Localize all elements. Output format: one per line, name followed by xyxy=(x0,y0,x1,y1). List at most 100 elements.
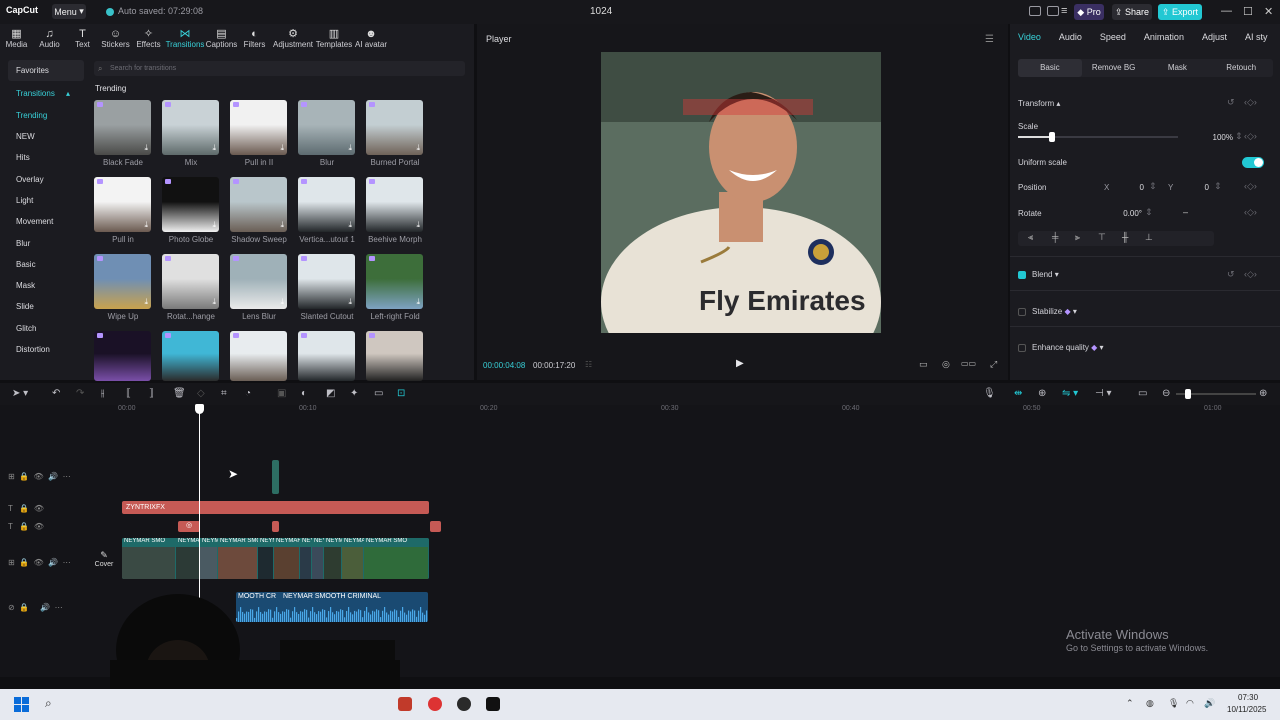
app-taskbar-icon[interactable] xyxy=(428,697,442,711)
tool-tab-ai-avatar[interactable]: ☻ AI avatar xyxy=(353,24,389,54)
transition-thumbnail[interactable]: ⤓ xyxy=(298,177,355,232)
smart-crop-icon[interactable]: ⊡ xyxy=(397,388,405,399)
delete-left-icon[interactable]: ⟦ xyxy=(126,388,131,399)
video-segment[interactable]: NEYMAR SMO xyxy=(324,538,342,579)
magnet-icon[interactable]: ⊕ xyxy=(1038,388,1046,399)
reverse-icon[interactable]: ◐ xyxy=(301,388,307,399)
rotate-stepper-icon[interactable]: ⇕ xyxy=(1145,207,1153,218)
shortcut-icon[interactable] xyxy=(1047,6,1059,16)
download-icon[interactable]: ⤓ xyxy=(212,297,216,307)
tool-tab-text[interactable]: T Text xyxy=(66,24,99,54)
category-item[interactable]: Basic xyxy=(8,254,84,275)
pos-y-stepper-icon[interactable]: ⇕ xyxy=(1214,181,1222,192)
keyframe-scale-icon[interactable]: ‹◇› xyxy=(1244,131,1257,142)
redo-icon[interactable]: ↷ xyxy=(76,388,84,399)
capcut-taskbar-icon[interactable] xyxy=(486,697,500,711)
scale-stepper-icon[interactable]: ⇕ xyxy=(1235,131,1243,142)
tool-tab-adjustment[interactable]: ⚙ Adjustment xyxy=(271,24,315,54)
video-segment[interactable]: NEYMAR SMO xyxy=(312,538,324,579)
transition-thumbnail[interactable]: ⤓ xyxy=(162,177,219,232)
keyframe-transform-icon[interactable]: ‹◇› xyxy=(1244,97,1257,108)
inspector-tab[interactable]: Video xyxy=(1018,32,1041,42)
align-bottom-icon[interactable]: ⊥ xyxy=(1145,232,1153,243)
freeze-icon[interactable]: ▣ xyxy=(277,388,286,399)
ratio-icon[interactable]: ▭▭ xyxy=(961,359,976,368)
fullscreen-icon[interactable]: ⤢ xyxy=(990,359,997,370)
windows-start-icon[interactable] xyxy=(14,697,29,712)
category-item[interactable]: Distortion xyxy=(8,339,84,360)
fit-timeline-icon[interactable]: ▭ xyxy=(1138,388,1147,399)
select-tool-icon[interactable]: ➤ ▾ xyxy=(12,388,28,399)
video-segment[interactable]: NEYMAR SMO xyxy=(176,538,200,579)
scale-slider-handle[interactable] xyxy=(1048,132,1055,142)
transition-thumbnail[interactable] xyxy=(230,331,287,381)
project-name[interactable]: 1024 xyxy=(590,6,612,17)
inspector-subtab[interactable]: Remove BG xyxy=(1082,59,1146,77)
download-icon[interactable]: ⤓ xyxy=(280,143,284,153)
align-center-v-icon[interactable]: ╫ xyxy=(1122,232,1128,242)
video-segment[interactable]: NEYMAR SMO xyxy=(200,538,218,579)
menu-button[interactable]: Menu ▾ xyxy=(52,4,86,19)
split-icon[interactable]: ⫲ xyxy=(101,388,104,399)
link-main-track-icon[interactable]: ⇹ xyxy=(1014,388,1022,399)
category-item[interactable]: Movement xyxy=(8,211,84,232)
timecode-grid-icon[interactable]: ☷ xyxy=(585,360,592,369)
speed-icon[interactable]: ◔ xyxy=(245,388,251,399)
transition-thumbnail[interactable] xyxy=(162,331,219,381)
inspector-subtab[interactable]: Retouch xyxy=(1209,59,1273,77)
transition-thumbnail[interactable]: ⤓ xyxy=(94,100,151,155)
category-item[interactable]: Mask xyxy=(8,275,84,296)
display-icon[interactable]: ▭ xyxy=(919,359,928,370)
pos-x-stepper-icon[interactable]: ⇕ xyxy=(1149,181,1157,192)
enhance-checkbox[interactable] xyxy=(1018,344,1026,352)
transition-thumbnail[interactable]: ⤓ xyxy=(298,254,355,309)
microphone-icon[interactable]: 🎙 xyxy=(1168,698,1179,709)
track-controls[interactable]: ⊞ 🔒 👁 🔊 ⋯ xyxy=(8,472,71,481)
keyframe-blend-icon[interactable]: ‹◇› xyxy=(1244,269,1257,280)
preview-axis-icon[interactable]: ⊣ ▾ xyxy=(1095,388,1112,399)
track-controls[interactable]: ⊞ 🔒 👁 🔊 ⋯ xyxy=(8,558,71,567)
zoom-slider-handle[interactable] xyxy=(1185,389,1191,399)
menu-more-icon[interactable]: ≡ xyxy=(1061,5,1067,17)
download-icon[interactable]: ⤓ xyxy=(144,143,148,153)
download-icon[interactable]: ⤓ xyxy=(416,220,420,230)
download-icon[interactable]: ⤓ xyxy=(280,297,284,307)
small-text-clip[interactable] xyxy=(272,521,279,532)
tool-tab-media[interactable]: ▦ Media xyxy=(0,24,33,54)
tray-chevron-icon[interactable]: ⌃ xyxy=(1126,698,1134,709)
video-segment[interactable]: NEYMAR SMO xyxy=(274,538,300,579)
search-taskbar-icon[interactable]: ⌕ xyxy=(45,696,52,711)
rotate-field[interactable]: 0.00° xyxy=(1104,207,1142,220)
zoom-slider[interactable] xyxy=(1176,389,1256,399)
download-icon[interactable]: ⤓ xyxy=(348,220,352,230)
text-clip[interactable]: ZYNTRIXFX xyxy=(122,501,429,514)
volume-icon[interactable]: 🔊 xyxy=(1204,698,1215,709)
tool-tab-transitions[interactable]: ⋈ Transitions xyxy=(165,24,205,54)
video-segment[interactable]: NEYMAR SMO xyxy=(218,538,258,579)
rotate-dial-icon[interactable]: – xyxy=(1183,207,1188,217)
close-icon[interactable]: ✕ xyxy=(1264,5,1273,18)
mirror-icon[interactable]: ◩ xyxy=(326,388,335,399)
download-icon[interactable]: ⤓ xyxy=(416,297,420,307)
cover-button[interactable]: ✎ Cover xyxy=(92,550,116,574)
playhead-handle[interactable] xyxy=(195,404,204,414)
category-item[interactable]: Hits xyxy=(8,147,84,168)
tray-app-icon[interactable]: ◍ xyxy=(1146,698,1154,709)
record-audio-icon[interactable]: 🎙 xyxy=(983,388,996,399)
download-icon[interactable]: ⤓ xyxy=(212,143,216,153)
transition-thumbnail[interactable]: ⤓ xyxy=(94,177,151,232)
export-button[interactable]: ⇪ Export xyxy=(1158,4,1202,20)
pos-y-field[interactable]: 0 xyxy=(1177,181,1209,194)
undo-icon[interactable]: ↶ xyxy=(52,388,60,399)
track-controls[interactable]: T 🔒 👁 xyxy=(8,504,44,513)
transition-thumbnail[interactable]: ⤓ xyxy=(230,100,287,155)
uniform-scale-toggle[interactable] xyxy=(1242,157,1264,168)
tabs-more-icon[interactable]: › xyxy=(1262,31,1265,41)
blend-checkbox[interactable] xyxy=(1018,271,1026,279)
inspector-tab[interactable]: Animation xyxy=(1144,32,1184,42)
minimize-icon[interactable]: — xyxy=(1221,5,1232,17)
video-segment[interactable]: NEYMAR SMO xyxy=(122,538,176,579)
video-clip[interactable]: NEYMAR SMONEYMAR SMONEYMAR SMONEYMAR SMO… xyxy=(122,538,429,579)
video-preview[interactable]: Fly Emirates xyxy=(601,52,881,333)
stabilize-checkbox[interactable] xyxy=(1018,308,1026,316)
